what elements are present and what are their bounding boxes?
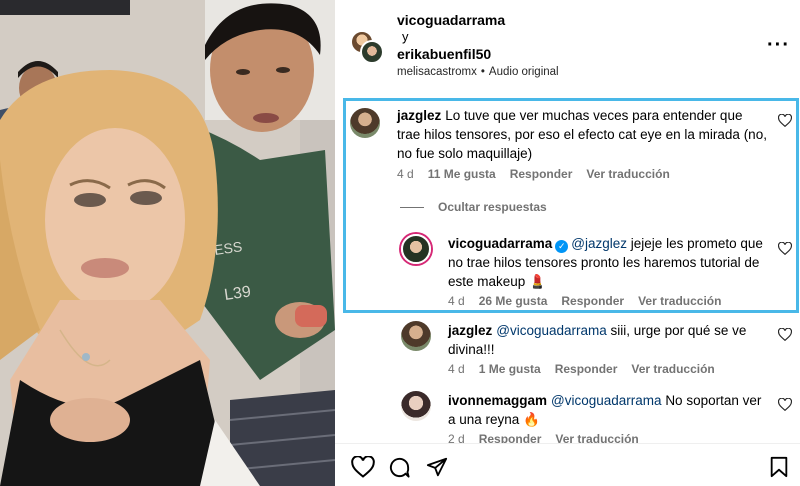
reply-button[interactable]: Responder [555, 362, 618, 376]
audio-info: melisacastromx • Audio original [397, 66, 559, 78]
reply-time[interactable]: 2 d [448, 432, 465, 443]
divider [400, 207, 424, 209]
avatar[interactable] [401, 321, 431, 351]
like-count[interactable]: 1 Me gusta [479, 362, 541, 376]
more-icon[interactable]: ··· [767, 34, 790, 57]
video-frame: ESS L39 [0, 0, 335, 486]
mention-link[interactable]: @jazglez [571, 236, 627, 251]
like-count[interactable]: 26 Me gusta [479, 294, 548, 308]
reply-time[interactable]: 4 d [448, 294, 465, 308]
reply-item: ivonnemaggam @vicoguadarrama No soportan … [335, 386, 800, 443]
author-username[interactable]: vicoguadarrama [397, 12, 505, 28]
mention-link[interactable]: @vicoguadarrama [551, 393, 662, 408]
collab-avatars[interactable] [350, 30, 384, 64]
reply-button[interactable]: Responder [510, 167, 573, 181]
reply-body: jazglez @vicoguadarrama siii, urge por qu… [448, 321, 768, 359]
reply-username[interactable]: vicoguadarrama [448, 236, 552, 251]
hide-replies-label: Ocultar respuestas [438, 200, 547, 214]
comment-meta: 4 d 11 Me gusta Responder Ver traducción [397, 167, 684, 181]
avatar[interactable] [350, 108, 380, 138]
reply-meta: 4 d 1 Me gusta Responder Ver traducción [448, 362, 729, 376]
reply-body: ivonnemaggam @vicoguadarrama No soportan … [448, 391, 768, 429]
translate-button[interactable]: Ver traducción [586, 167, 669, 181]
comment-icon[interactable] [388, 456, 411, 479]
comment-body: jazglez Lo tuve que ver muchas veces para… [397, 106, 767, 163]
like-count[interactable]: 11 Me gusta [428, 167, 496, 181]
heart-icon[interactable] [778, 114, 792, 127]
heart-icon[interactable] [778, 328, 792, 341]
avatar[interactable] [360, 40, 384, 64]
mention-link[interactable]: @vicoguadarrama [496, 323, 607, 338]
heart-icon[interactable] [778, 242, 792, 255]
comment-time[interactable]: 4 d [397, 167, 414, 181]
reply-meta: 2 d Responder Ver traducción [448, 432, 653, 443]
comment-text: Lo tuve que ver muchas veces para entend… [397, 108, 767, 161]
verified-icon: ✓ [555, 240, 569, 253]
translate-button[interactable]: Ver traducción [638, 294, 721, 308]
translate-button[interactable]: Ver traducción [555, 432, 638, 443]
avatar[interactable] [401, 391, 431, 421]
reply-body: vicoguadarrama ✓ @jazglez jejeje les prome… [448, 234, 768, 291]
comments-panel: vicoguadarrama y erikabuenfil50 melisaca… [335, 0, 800, 486]
translate-button[interactable]: Ver traducción [631, 362, 714, 376]
share-icon[interactable] [426, 456, 448, 478]
hide-replies-button[interactable]: Ocultar respuestas [400, 200, 547, 214]
collab-username[interactable]: erikabuenfil50 [397, 46, 491, 62]
audio-label-link[interactable]: Audio original [489, 66, 559, 78]
comment-item: jazglez Lo tuve que ver muchas veces para… [335, 96, 800, 191]
reply-time[interactable]: 4 d [448, 362, 465, 376]
audio-separator: • [480, 66, 485, 78]
reply-username[interactable]: jazglez [448, 323, 492, 338]
reply-meta: 4 d 26 Me gusta Responder Ver traducción [448, 294, 735, 308]
reply-username[interactable]: ivonnemaggam [448, 393, 547, 408]
reply-button[interactable]: Responder [479, 432, 542, 443]
heart-icon[interactable] [778, 398, 792, 411]
comment-username[interactable]: jazglez [397, 108, 441, 123]
bookmark-icon[interactable] [769, 456, 789, 478]
audio-user-link[interactable]: melisacastromx [397, 66, 477, 78]
conjunction-text: y [402, 29, 409, 44]
reply-button[interactable]: Responder [561, 294, 624, 308]
post-header: vicoguadarrama y erikabuenfil50 melisaca… [335, 0, 800, 90]
post-media[interactable]: ESS L39 [0, 0, 335, 486]
avatar[interactable] [401, 234, 431, 264]
reply-item: jazglez @vicoguadarrama siii, urge por qu… [335, 316, 800, 381]
heart-icon[interactable] [351, 456, 375, 478]
comments-list[interactable]: jazglez Lo tuve que ver muchas veces para… [335, 96, 800, 443]
action-bar [335, 443, 800, 486]
reply-item: vicoguadarrama ✓ @jazglez jejeje les prome… [335, 226, 800, 311]
